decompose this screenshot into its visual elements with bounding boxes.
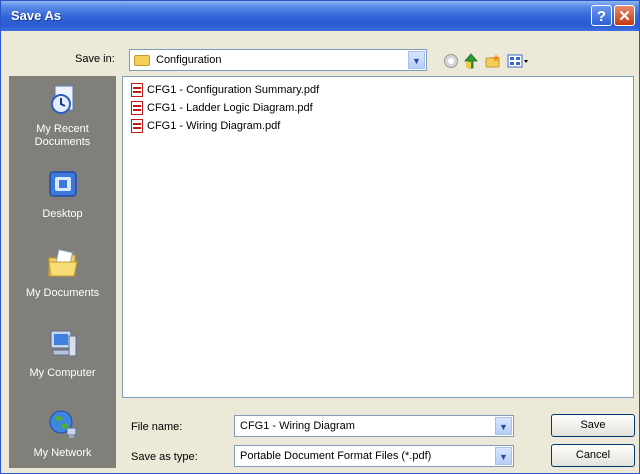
place-recent[interactable]: My Recent Documents: [9, 84, 116, 149]
close-icon: ✕: [618, 8, 631, 25]
help-icon: ?: [596, 8, 607, 25]
chevron-down-icon[interactable]: ▼: [495, 417, 512, 435]
places-bar: My Recent Documents Desktop My Documents: [9, 76, 116, 468]
chevron-down-icon[interactable]: ▼: [408, 51, 425, 69]
pdf-file-icon: [131, 119, 143, 133]
close-button[interactable]: ✕: [614, 5, 635, 26]
my-network-icon: [49, 410, 76, 438]
pdf-file-icon: [131, 101, 143, 115]
save-in-dropdown[interactable]: Configuration ▼: [129, 49, 427, 71]
new-folder-icon[interactable]: [485, 53, 501, 69]
pdf-file-icon: [131, 83, 143, 97]
save-in-value: Configuration: [156, 54, 222, 66]
file-name-value: CFG1 - Wiring Diagram: [240, 420, 355, 432]
place-label: Documents: [34, 136, 91, 148]
recent-documents-icon: [50, 85, 73, 114]
place-label: My Computer: [29, 367, 96, 379]
save-in-label: Save in:: [75, 53, 115, 65]
place-label: My Documents: [25, 287, 100, 299]
folder-icon: [134, 55, 150, 66]
save-as-type-label: Save as type:: [131, 451, 198, 463]
place-my-network[interactable]: My Network: [9, 408, 116, 460]
place-desktop[interactable]: Desktop: [9, 169, 116, 221]
place-label: Desktop: [42, 208, 83, 220]
file-name: CFG1 - Wiring Diagram.pdf: [147, 119, 281, 132]
place-my-computer[interactable]: My Computer: [9, 328, 116, 380]
file-name: CFG1 - Configuration Summary.pdf: [147, 83, 320, 96]
desktop-icon: [48, 171, 77, 197]
file-name-input[interactable]: CFG1 - Wiring Diagram ▼: [234, 415, 514, 437]
save-as-dialog: Save As ? ✕ Save in: Configuration ▼ My …: [0, 0, 640, 474]
my-documents-icon: [47, 249, 78, 277]
views-menu-icon[interactable]: [507, 53, 529, 69]
title-bar[interactable]: Save As ? ✕: [1, 1, 639, 31]
place-label: My Recent: [36, 123, 89, 135]
place-label: My Network: [33, 447, 92, 459]
save-as-type-value: Portable Document Format Files (*.pdf): [240, 450, 432, 462]
list-item[interactable]: CFG1 - Ladder Logic Diagram.pdf: [131, 101, 313, 117]
back-icon[interactable]: [443, 53, 459, 69]
file-list[interactable]: CFG1 - Configuration Summary.pdf CFG1 - …: [122, 76, 634, 398]
save-button[interactable]: Save: [551, 414, 635, 437]
place-my-documents[interactable]: My Documents: [9, 248, 116, 300]
my-computer-icon: [50, 330, 76, 357]
help-button[interactable]: ?: [591, 5, 612, 26]
cancel-button[interactable]: Cancel: [551, 444, 635, 467]
list-item[interactable]: CFG1 - Wiring Diagram.pdf: [131, 119, 280, 135]
file-name-label: File name:: [131, 421, 183, 433]
chevron-down-icon[interactable]: ▼: [495, 447, 512, 465]
file-name: CFG1 - Ladder Logic Diagram.pdf: [147, 101, 313, 114]
window-title: Save As: [11, 8, 62, 23]
save-as-type-dropdown[interactable]: Portable Document Format Files (*.pdf) ▼: [234, 445, 514, 467]
list-item[interactable]: CFG1 - Configuration Summary.pdf: [131, 83, 319, 99]
up-folder-icon[interactable]: [463, 53, 479, 69]
